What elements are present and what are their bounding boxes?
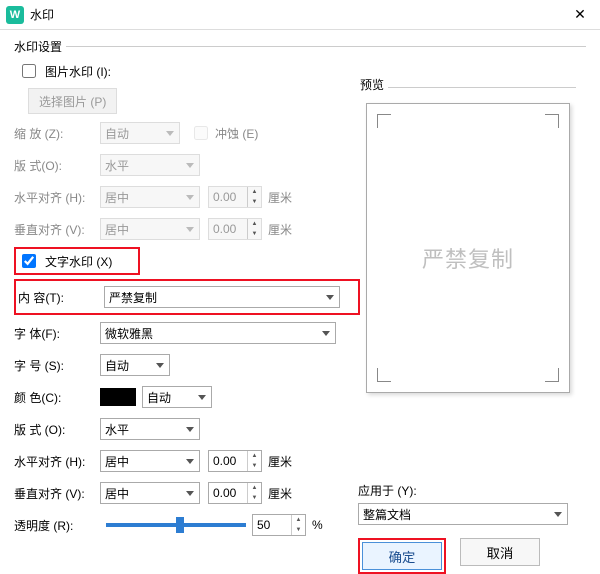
spinner-down-icon[interactable]: ▼ (248, 493, 261, 503)
spinner-down-icon[interactable]: ▼ (248, 229, 261, 239)
img-valign-unit: 厘米 (268, 221, 292, 238)
img-valign-num[interactable]: 0.00 ▲▼ (208, 218, 262, 240)
img-halign-num[interactable]: 0.00 ▲▼ (208, 186, 262, 208)
font-select[interactable]: 微软雅黑 (100, 322, 336, 344)
opacity-label: 透明度 (R): (14, 517, 100, 534)
content-label: 内 容(T): (18, 289, 104, 306)
titlebar: W 水印 ✕ (0, 0, 600, 30)
text-valign-label: 垂直对齐 (V): (14, 485, 100, 502)
image-watermark-label: 图片水印 (I): (45, 63, 111, 80)
img-halign-unit: 厘米 (268, 189, 292, 206)
img-layout-select[interactable]: 水平 (100, 154, 200, 176)
opacity-slider[interactable] (106, 523, 246, 527)
image-watermark-checkbox[interactable] (22, 64, 36, 78)
cancel-button[interactable]: 取消 (460, 538, 540, 566)
text-layout-label: 版 式 (O): (14, 421, 100, 438)
text-halign-label: 水平对齐 (H): (14, 453, 100, 470)
text-valign-select[interactable]: 居中 (100, 482, 200, 504)
ok-button[interactable]: 确定 (362, 542, 442, 570)
size-label: 字 号 (S): (14, 357, 100, 374)
img-layout-label: 版 式(O): (14, 157, 100, 174)
color-swatch (100, 388, 136, 406)
img-valign-label: 垂直对齐 (V): (14, 221, 100, 238)
text-halign-select[interactable]: 居中 (100, 450, 200, 472)
text-valign-unit: 厘米 (268, 485, 292, 502)
highlight-text-checkbox: 文字水印 (X) (14, 247, 140, 275)
img-valign-select[interactable]: 居中 (100, 218, 200, 240)
spinner-down-icon[interactable]: ▼ (248, 197, 261, 207)
close-button[interactable]: ✕ (560, 0, 600, 30)
highlight-content-row: 内 容(T): 严禁复制 (14, 279, 360, 315)
img-halign-label: 水平对齐 (H): (14, 189, 100, 206)
scale-label: 缩 放 (Z): (14, 125, 100, 142)
text-watermark-checkbox[interactable] (22, 254, 36, 268)
crop-mark-icon (377, 114, 391, 128)
text-valign-num[interactable]: 0.00 ▲▼ (208, 482, 262, 504)
highlight-ok-button: 确定 (358, 538, 446, 574)
font-label: 字 体(F): (14, 325, 100, 342)
preview-page: 严禁复制 (366, 103, 570, 393)
text-watermark-label: 文字水印 (X) (45, 253, 112, 270)
select-image-button[interactable]: 选择图片 (P) (28, 88, 117, 114)
img-halign-select[interactable]: 居中 (100, 186, 200, 208)
spinner-down-icon[interactable]: ▼ (292, 525, 305, 535)
spinner-up-icon[interactable]: ▲ (292, 515, 305, 525)
apply-select[interactable]: 整篇文档 (358, 503, 568, 525)
color-select[interactable]: 自动 (142, 386, 212, 408)
app-icon: W (6, 6, 24, 24)
crop-mark-icon (545, 368, 559, 382)
window-title: 水印 (30, 6, 560, 23)
spinner-up-icon[interactable]: ▲ (248, 219, 261, 229)
scale-select[interactable]: 自动 (100, 122, 180, 144)
text-halign-unit: 厘米 (268, 453, 292, 470)
spinner-up-icon[interactable]: ▲ (248, 483, 261, 493)
text-layout-select[interactable]: 水平 (100, 418, 200, 440)
apply-label: 应用于 (Y): (358, 482, 584, 499)
text-halign-num[interactable]: 0.00 ▲▼ (208, 450, 262, 472)
preview-watermark-text: 严禁复制 (367, 242, 569, 274)
opacity-num[interactable]: 50 ▲▼ (252, 514, 306, 536)
content-select[interactable]: 严禁复制 (104, 286, 340, 308)
crop-mark-icon (545, 114, 559, 128)
color-label: 颜 色(C): (14, 389, 100, 406)
spinner-up-icon[interactable]: ▲ (248, 451, 261, 461)
erode-checkbox[interactable] (194, 126, 208, 140)
spinner-up-icon[interactable]: ▲ (248, 187, 261, 197)
settings-title: 水印设置 (14, 38, 62, 55)
erode-label: 冲蚀 (E) (215, 125, 258, 142)
crop-mark-icon (377, 368, 391, 382)
preview-title: 预览 (360, 76, 384, 93)
opacity-unit: % (312, 518, 323, 532)
size-select[interactable]: 自动 (100, 354, 170, 376)
spinner-down-icon[interactable]: ▼ (248, 461, 261, 471)
